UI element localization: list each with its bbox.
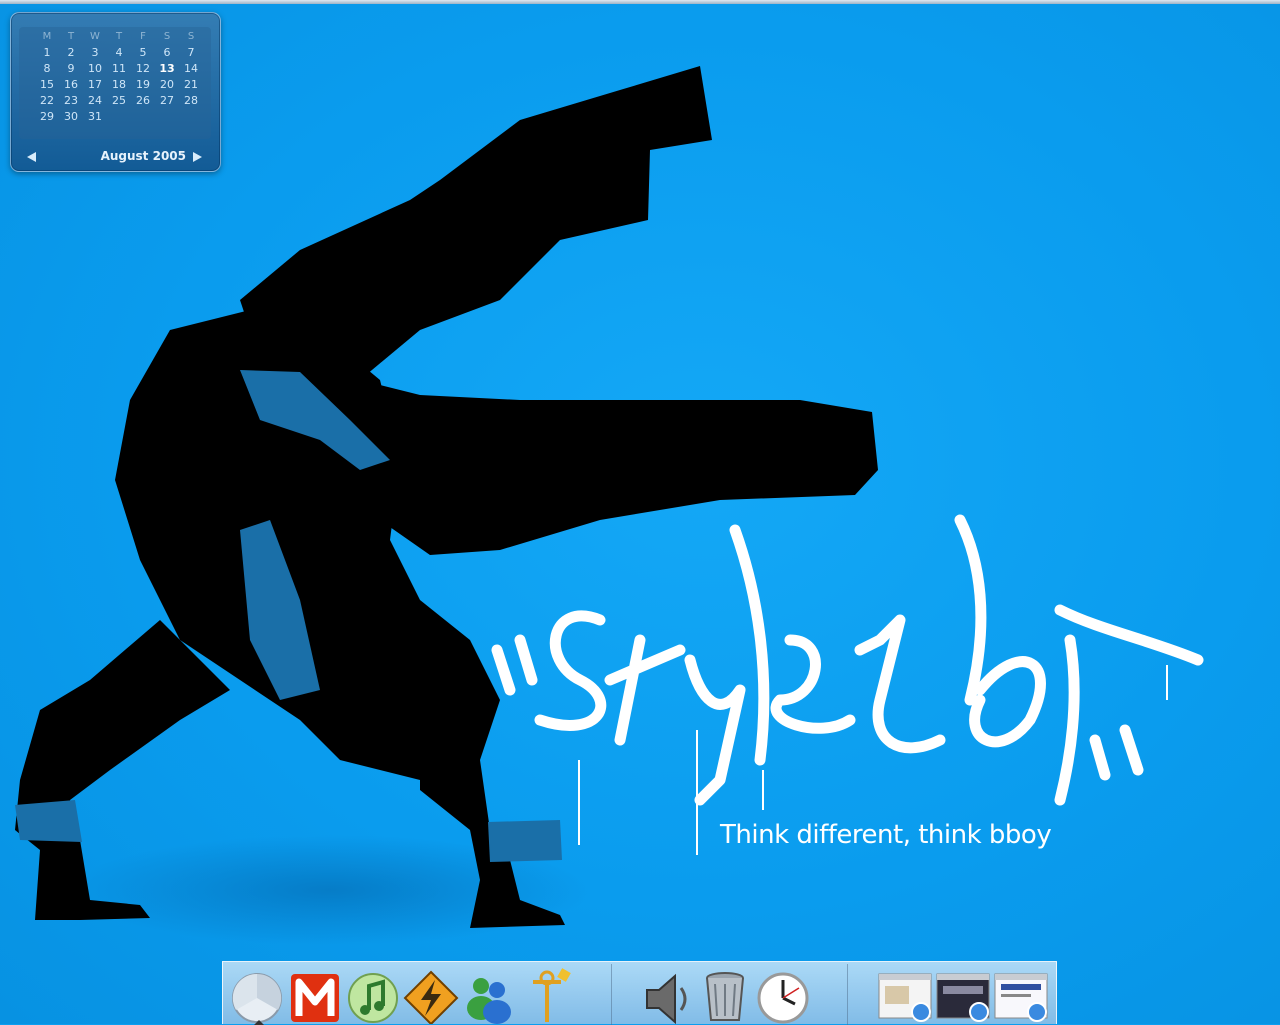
- dock-separator: [611, 964, 612, 1025]
- itunes-icon[interactable]: [345, 966, 401, 1024]
- calendar-day[interactable]: 19: [131, 77, 155, 93]
- calendar-day[interactable]: 23: [59, 93, 83, 109]
- calendar-day[interactable]: 31: [83, 109, 107, 125]
- network-icon[interactable]: [519, 966, 575, 1024]
- next-month-arrow-icon[interactable]: [193, 152, 202, 162]
- calendar-day[interactable]: 18: [107, 77, 131, 93]
- calendar-day[interactable]: 27: [155, 93, 179, 109]
- browser-window-3[interactable]: [993, 966, 1049, 1024]
- mail-icon[interactable]: [287, 966, 343, 1024]
- calendar-day[interactable]: 5: [131, 45, 155, 61]
- running-indicator: [254, 1020, 264, 1025]
- speaker-icon[interactable]: [639, 966, 695, 1024]
- calendar-day[interactable]: 3: [83, 45, 107, 61]
- calendar-day[interactable]: 20: [155, 77, 179, 93]
- dock: [222, 961, 1057, 1025]
- calendar-day[interactable]: 6: [155, 45, 179, 61]
- calendar-day[interactable]: 12: [131, 61, 155, 77]
- calendar-day[interactable]: 15: [35, 77, 59, 93]
- calendar-day[interactable]: 30: [59, 109, 83, 125]
- month-name: August: [100, 149, 149, 163]
- calendar-day[interactable]: 21: [179, 77, 203, 93]
- weekday-label: W: [90, 31, 100, 42]
- calendar-day[interactable]: 8: [35, 61, 59, 77]
- weekday-label: T: [67, 31, 75, 42]
- calendar-day[interactable]: 22: [35, 93, 59, 109]
- calendar-day[interactable]: 2: [59, 45, 83, 61]
- calendar-day[interactable]: 25: [107, 93, 131, 109]
- calendar-footer: August 2005: [11, 143, 220, 171]
- finder-icon[interactable]: [229, 966, 285, 1025]
- browser-window-2[interactable]: [935, 966, 991, 1024]
- calendar-day[interactable]: 17: [83, 77, 107, 93]
- calendar-day[interactable]: 7: [179, 45, 203, 61]
- browser-window-1[interactable]: [877, 966, 933, 1024]
- weekday-label: S: [187, 31, 195, 42]
- dock-separator: [847, 964, 848, 1025]
- calendar-day[interactable]: 28: [179, 93, 203, 109]
- weekday-label: T: [115, 31, 123, 42]
- calendar-day[interactable]: 26: [131, 93, 155, 109]
- trash-icon[interactable]: [697, 966, 753, 1024]
- calendar-day[interactable]: 16: [59, 77, 83, 93]
- calendar-day[interactable]: 4: [107, 45, 131, 61]
- calendar-grid: M T W T F S S 1 2 3 4 5 6 7 8 9 10 11 12…: [35, 29, 203, 125]
- calendar-day[interactable]: 11: [107, 61, 131, 77]
- calendar-widget[interactable]: M T W T F S S 1 2 3 4 5 6 7 8 9 10 11 12…: [10, 12, 221, 172]
- calendar-month-label: August 2005: [101, 149, 186, 163]
- weekday-label: S: [163, 31, 171, 42]
- calendar-day-today[interactable]: 13: [155, 61, 179, 77]
- calendar-day[interactable]: 10: [83, 61, 107, 77]
- year-number: 2005: [152, 149, 186, 163]
- messenger-icon[interactable]: [461, 966, 517, 1024]
- calendar-day[interactable]: 29: [35, 109, 59, 125]
- calendar-day[interactable]: 14: [179, 61, 203, 77]
- winamp-icon[interactable]: [403, 966, 459, 1024]
- wallpaper-tagline: Think different, think bboy: [720, 820, 1052, 850]
- weekday-label: F: [140, 31, 146, 42]
- clock-icon[interactable]: [755, 966, 811, 1024]
- calendar-day[interactable]: 24: [83, 93, 107, 109]
- prev-month-arrow-icon[interactable]: [27, 152, 36, 162]
- calendar-day[interactable]: 9: [59, 61, 83, 77]
- calendar-day[interactable]: 1: [35, 45, 59, 61]
- weekday-label: M: [42, 31, 52, 42]
